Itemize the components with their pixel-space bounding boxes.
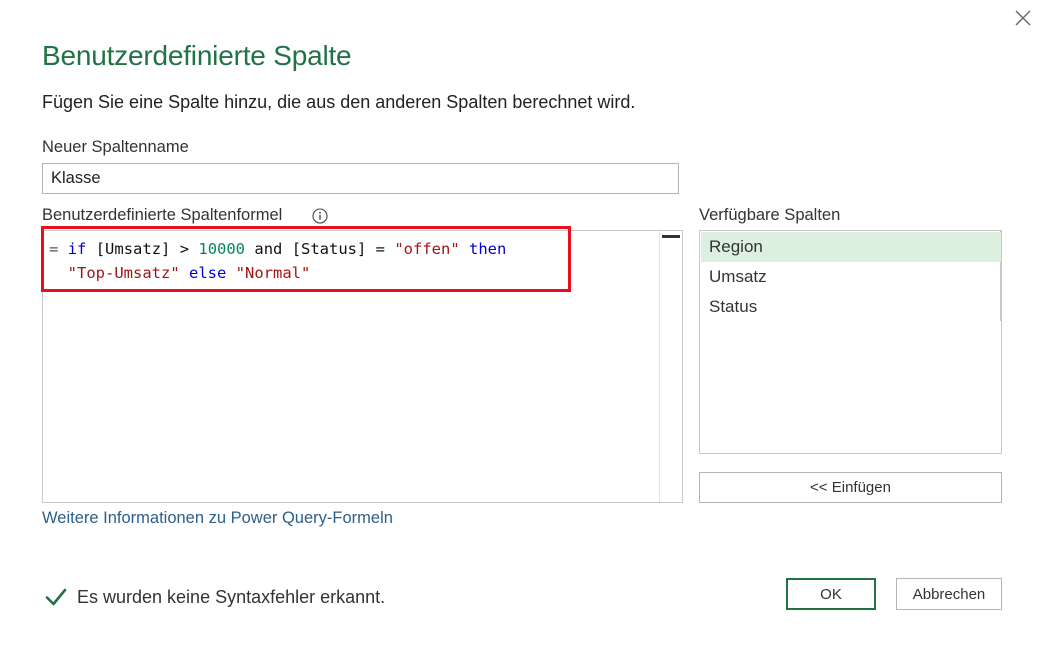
column-name-input[interactable] (42, 163, 679, 194)
formula-editor[interactable]: = if [Umsatz] > 10000 and [Status] = "of… (42, 230, 683, 503)
close-button[interactable] (1011, 6, 1035, 30)
formula-keyword-then: then (469, 240, 507, 258)
ok-button[interactable]: OK (786, 578, 876, 610)
available-columns-list[interactable]: Region Umsatz Status (699, 230, 1002, 454)
status-text: Es wurden keine Syntaxfehler erkannt. (77, 586, 386, 607)
help-link[interactable]: Weitere Informationen zu Power Query-For… (42, 509, 393, 528)
close-icon (1015, 10, 1031, 26)
dialog-subtitle: Fügen Sie eine Spalte hinzu, die aus den… (42, 92, 636, 112)
column-item-status[interactable]: Status (701, 292, 1001, 322)
formula-field-umsatz: [Umsatz] > (95, 240, 199, 258)
formula-string-top-umsatz: "Top-Umsatz" (67, 264, 180, 282)
dialog-title: Benutzerdefinierte Spalte (42, 40, 352, 71)
column-name-label: Neuer Spaltenname (42, 138, 189, 156)
info-icon[interactable] (312, 208, 328, 224)
formula-eq: = (49, 240, 59, 258)
formula-scrollbar[interactable] (659, 231, 682, 502)
formula-number: 10000 (198, 240, 246, 258)
column-item-umsatz[interactable]: Umsatz (701, 262, 1001, 292)
formula-string-normal: "Normal" (235, 264, 311, 282)
formula-code[interactable]: = if [Umsatz] > 10000 and [Status] = "of… (49, 237, 506, 285)
formula-label: Benutzerdefinierte Spaltenformel (42, 206, 283, 224)
status-row: Es wurden keine Syntaxfehler erkannt. (45, 584, 385, 610)
checkmark-icon (45, 588, 67, 606)
formula-keyword-if: if (67, 240, 87, 258)
formula-string-offen: "offen" (394, 240, 460, 258)
formula-keyword-else: else (189, 264, 227, 282)
insert-button[interactable]: << Einfügen (699, 472, 1002, 503)
cancel-button[interactable]: Abbrechen (896, 578, 1002, 610)
column-item-region[interactable]: Region (701, 232, 1001, 262)
formula-and-status: and [Status] = (245, 240, 395, 258)
available-columns-label: Verfügbare Spalten (699, 206, 841, 224)
formula-scrollbar-thumb[interactable] (662, 235, 680, 238)
